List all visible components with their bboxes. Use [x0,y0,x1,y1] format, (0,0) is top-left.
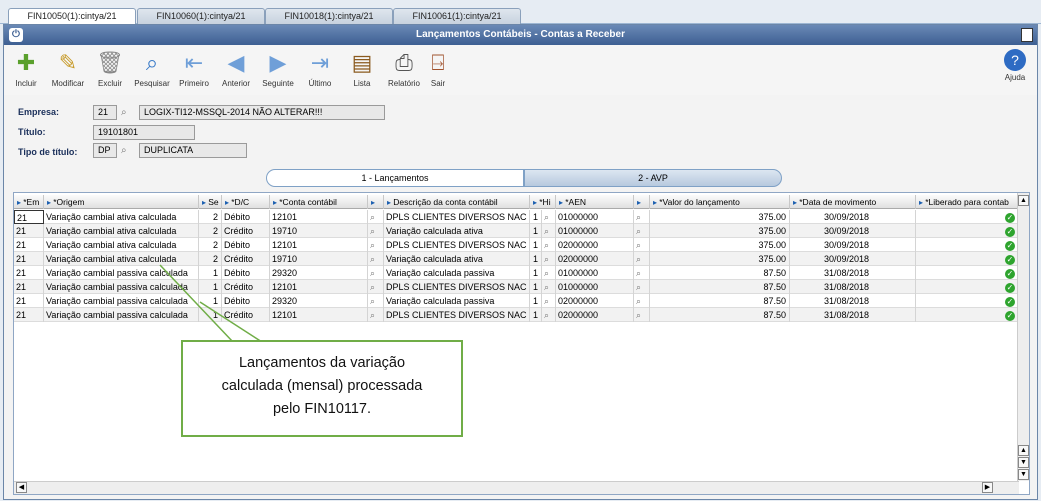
annotation-callout: Lançamentos da variação calculada (mensa… [181,340,463,437]
callout-line-1: Lançamentos da variação [238,355,406,371]
callout-line-3: pelo FIN10117. [272,401,372,417]
callout-line-2: calculada (mensal) processada [221,378,423,394]
callout-pointer [159,264,263,343]
